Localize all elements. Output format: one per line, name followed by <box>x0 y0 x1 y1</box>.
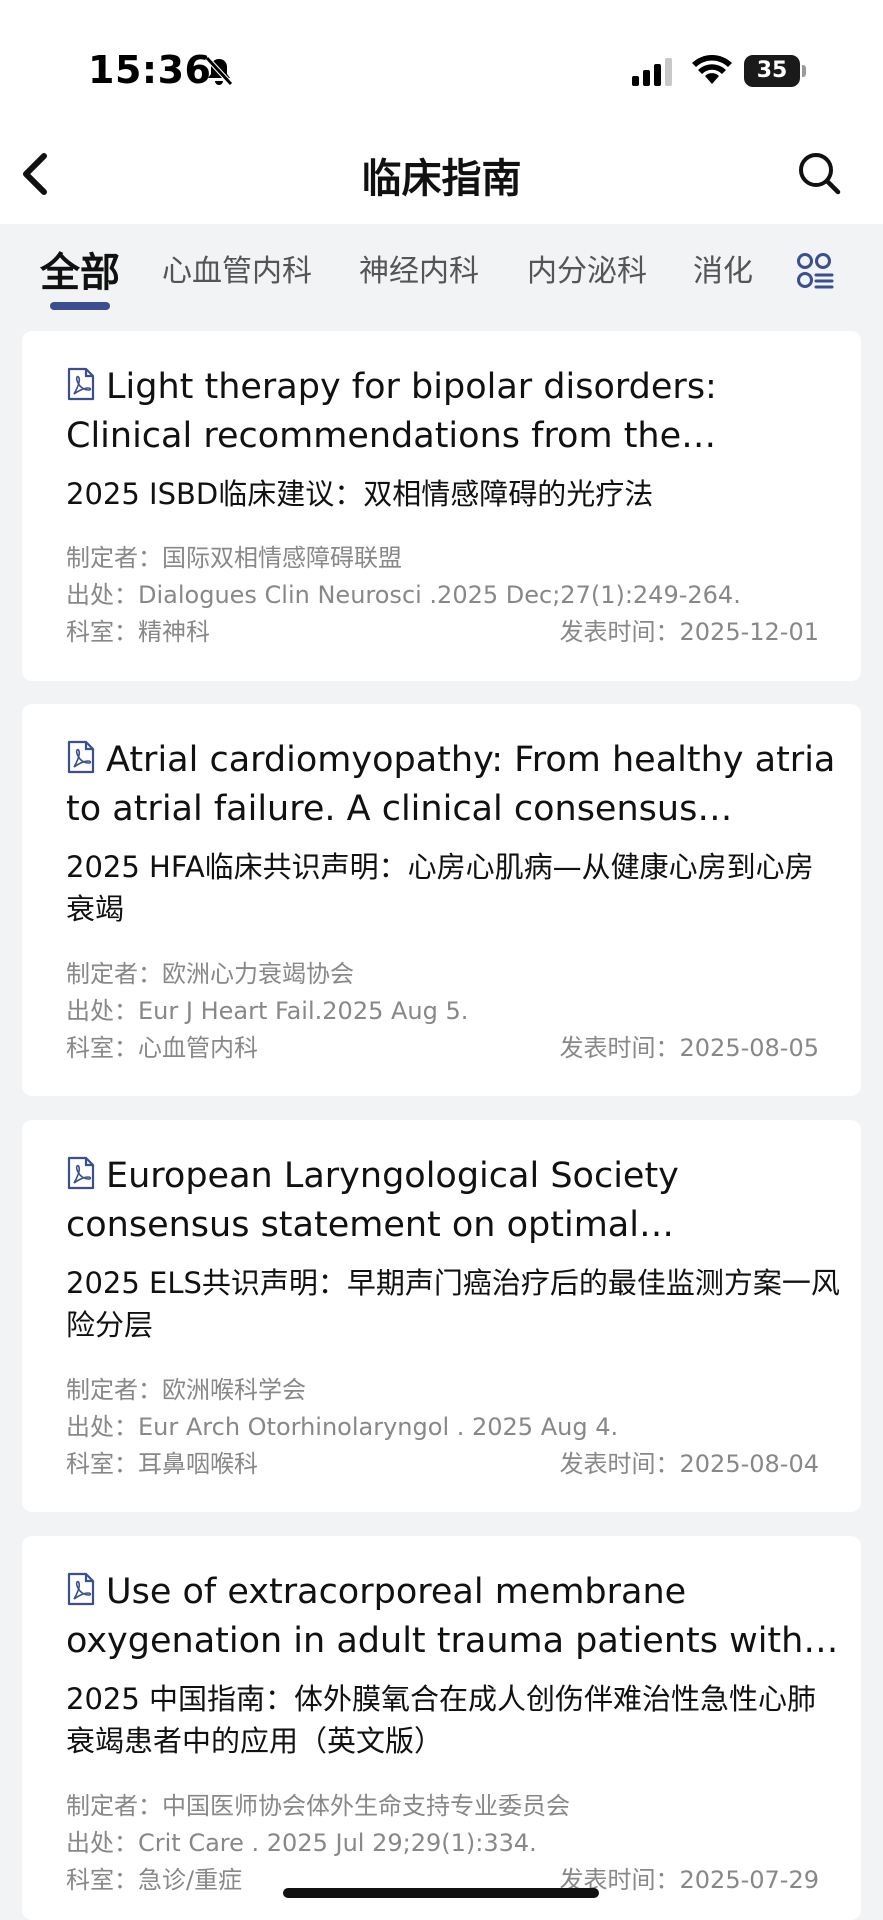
category-grid-icon[interactable] <box>796 252 834 290</box>
card-subtitle: 2025 中国指南：体外膜氧合在成人创伤伴难治性急性心肺衰竭患者中的应用（英文版… <box>66 1682 817 1758</box>
card-department: 科室：急诊/重症 <box>66 1866 243 1894</box>
tab-endocrinology[interactable]: 内分泌科 <box>527 246 647 290</box>
card-publish-date: 发表时间：2025-08-04 <box>559 1450 819 1478</box>
nav-bar: 临床指南 <box>0 120 883 224</box>
card-source: 出处：Dialogues Clin Neurosci .2025 Dec;27(… <box>66 581 741 609</box>
card-maker: 制定者：中国医师协会体外生命支持专业委员会 <box>66 1792 570 1820</box>
card-department: 科室：耳鼻咽喉科 <box>66 1450 258 1478</box>
pdf-file-icon <box>67 367 95 401</box>
card-title-text: European Laryngological Society consensu… <box>66 1156 679 1245</box>
card-subtitle: 2025 ISBD临床建议：双相情感障碍的光疗法 <box>66 477 654 511</box>
battery-cap <box>802 65 806 77</box>
status-bar: 15:36 35 <box>0 0 883 120</box>
card-maker: 制定者：欧洲喉科学会 <box>66 1376 306 1404</box>
page-title: 临床指南 <box>361 156 522 202</box>
active-tab-indicator <box>50 302 110 310</box>
guideline-card[interactable]: European Laryngological Society consensu… <box>22 1120 861 1512</box>
battery-level: 35 <box>756 58 788 83</box>
card-title: Light therapy for bipolar disorders: Cli… <box>66 363 841 461</box>
card-source: 出处：Eur Arch Otorhinolaryngol . 2025 Aug … <box>66 1413 619 1441</box>
card-department: 科室：心血管内科 <box>66 1034 258 1062</box>
home-indicator[interactable] <box>283 1888 599 1898</box>
wifi-icon <box>692 55 732 84</box>
card-maker: 制定者：欧洲心力衰竭协会 <box>66 960 354 988</box>
search-icon[interactable] <box>796 150 842 196</box>
pdf-file-icon <box>67 1156 95 1190</box>
bell-slash-icon <box>205 56 233 86</box>
status-time: 15:36 <box>88 48 212 92</box>
card-source: 出处：Eur J Heart Fail.2025 Aug 5. <box>66 997 469 1025</box>
card-title-text: Use of extracorporeal membrane oxygenati… <box>66 1572 804 1661</box>
tab-all[interactable]: 全部 <box>40 240 120 298</box>
card-subtitle: 2025 HFA临床共识声明：心房心肌病—从健康心房到心房衰竭 <box>66 850 814 926</box>
pdf-file-icon <box>67 740 95 774</box>
card-publish-date: 发表时间：2025-12-01 <box>559 618 819 646</box>
card-title: Atrial cardiomyopathy: From healthy atri… <box>66 736 841 834</box>
tab-cardiology[interactable]: 心血管内科 <box>162 246 312 290</box>
card-publish-date: 发表时间：2025-08-05 <box>559 1034 819 1062</box>
battery-indicator: 35 <box>744 55 806 87</box>
tab-gastroenterology[interactable]: 消化 <box>693 246 753 290</box>
card-department: 科室：精神科 <box>66 618 210 646</box>
guideline-card[interactable]: Light therapy for bipolar disorders: Cli… <box>22 331 861 681</box>
signal-icon <box>632 58 672 86</box>
card-title-text: Light therapy for bipolar disorders: Cli… <box>66 367 717 456</box>
pdf-file-icon <box>67 1572 95 1606</box>
card-title: European Laryngological Society consensu… <box>66 1152 841 1250</box>
category-tabs: 全部 心血管内科 神经内科 内分泌科 消化 <box>0 224 883 324</box>
guideline-card[interactable]: Atrial cardiomyopathy: From healthy atri… <box>22 704 861 1096</box>
card-maker: 制定者：国际双相情感障碍联盟 <box>66 544 402 572</box>
card-source: 出处：Crit Care . 2025 Jul 29;29(1):334. <box>66 1829 537 1857</box>
tab-neurology[interactable]: 神经内科 <box>359 246 479 290</box>
guideline-card[interactable]: Use of extracorporeal membrane oxygenati… <box>22 1536 861 1920</box>
card-title-text: Atrial cardiomyopathy: From healthy atri… <box>66 740 836 829</box>
card-title: Use of extracorporeal membrane oxygenati… <box>66 1568 841 1666</box>
card-subtitle: 2025 ELS共识声明：早期声门癌治疗后的最佳监测方案一风险分层 <box>66 1266 840 1342</box>
